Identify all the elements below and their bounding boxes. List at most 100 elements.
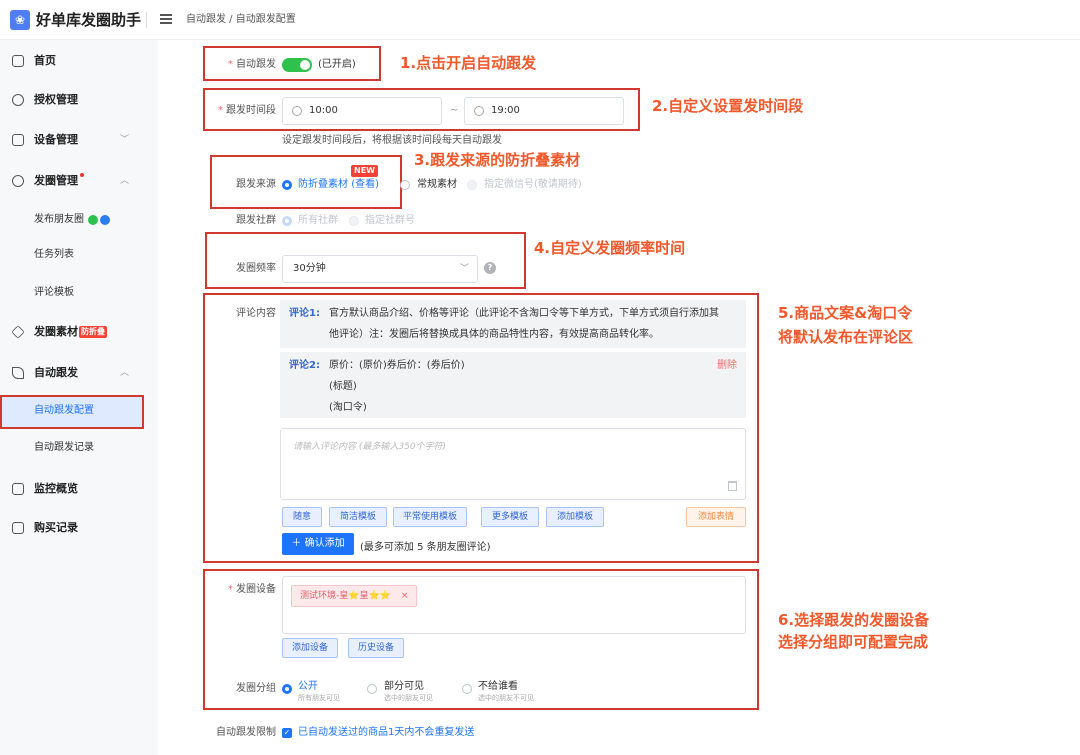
auto-follow-label-text: 自动跟发: [236, 59, 276, 70]
confirm-add-button[interactable]: ＋ 确认添加: [282, 533, 354, 555]
clock-icon: [474, 106, 484, 116]
sidebar-subitem-comment-template[interactable]: 评论模板: [0, 282, 158, 304]
group-radio-partial[interactable]: [367, 684, 377, 694]
auto-follow-switch[interactable]: [282, 58, 312, 72]
group-radio-public[interactable]: [282, 684, 292, 694]
source-radio-regular[interactable]: [400, 180, 410, 190]
time-separator: ~: [450, 105, 459, 116]
template-button-common[interactable]: 平常使用模板: [393, 507, 467, 527]
group-option-public[interactable]: 公开: [298, 680, 318, 694]
confirm-hint: (最多可添加 5 条朋友圈评论): [360, 542, 491, 553]
sidebar-subitem-auto-follow-config[interactable]: 自动跟发配置: [0, 400, 158, 422]
monitor-icon: [12, 483, 24, 495]
annotation-3: 3.跟发来源的防折叠素材: [414, 151, 581, 169]
layers-icon: [11, 325, 25, 339]
frequency-select[interactable]: 30分钟 ﹀: [282, 255, 478, 283]
comment-2-line-3: (淘口令): [329, 402, 367, 413]
receipt-icon: [12, 522, 24, 534]
end-time-value: 19:00: [491, 105, 520, 116]
logo-icon: ❀: [10, 10, 30, 30]
end-time-input[interactable]: 19:00: [464, 97, 624, 125]
chevron-down-icon: ﹀: [459, 264, 469, 274]
template-button-more[interactable]: 更多模板: [481, 507, 539, 527]
send-icon: [12, 367, 24, 379]
limit-checkbox[interactable]: ✓: [282, 728, 292, 738]
auto-follow-label: * 自动跟发: [227, 59, 276, 70]
device-select[interactable]: 测试环境-皇⭐皇⭐⭐ ×: [282, 576, 746, 634]
annotation-6-line-2: 选择分组即可配置完成: [778, 633, 929, 651]
sidebar-subitem-publish-moments[interactable]: 发布朋友圈: [0, 209, 158, 231]
group-option-exclude-note: 选中的朋友不可见: [478, 694, 534, 702]
trash-icon[interactable]: [728, 481, 737, 491]
comment-placeholder: 请输入评论内容 (最多输入350个字符): [293, 442, 447, 452]
sidebar-item-device[interactable]: 设备管理 ﹀: [0, 129, 158, 151]
group-option-exclude[interactable]: 不给谁看: [478, 680, 518, 694]
sidebar-item-label: 自动跟发: [34, 366, 78, 379]
user-icon: [12, 94, 24, 106]
start-time-value: 10:00: [309, 105, 338, 116]
time-range-hint: 设定跟发时间段后，将根据该时间段每天自动跟发: [282, 135, 502, 146]
sidebar-item-home[interactable]: 首页: [0, 50, 158, 72]
sidebar-item-auto-follow[interactable]: 自动跟发 ︿: [0, 362, 158, 384]
annotation-6-line-1: 6.选择跟发的发圈设备: [778, 611, 930, 629]
new-badge: NEW: [351, 165, 378, 177]
sidebar-item-label: 评论模板: [34, 287, 74, 298]
sidebar-item-faquan[interactable]: 发圈管理 ︿: [0, 170, 158, 192]
chevron-up-icon: ︿: [120, 368, 130, 378]
sidebar-item-label: 自动跟发配置: [34, 405, 94, 416]
source-option-regular[interactable]: 常规素材: [417, 178, 457, 192]
community-radio-all: [282, 216, 292, 226]
sidebar-item-monitor[interactable]: 监控概览: [0, 478, 158, 500]
device-label-text: 发圈设备: [236, 584, 276, 595]
template-button-random[interactable]: 随意: [282, 507, 322, 527]
device-tag-text: 测试环境-皇⭐皇⭐⭐: [300, 591, 391, 601]
help-icon[interactable]: ?: [484, 262, 496, 274]
community-option-specific: 指定社群号: [365, 215, 415, 226]
menu-toggle-icon[interactable]: [160, 14, 172, 24]
close-icon[interactable]: ×: [401, 591, 409, 601]
add-emoji-button[interactable]: 添加表情: [686, 507, 746, 527]
comment-1-line-2: 他评论）注：发圈后将替换成具体的商品特性内容，有效提高商品转化率。: [329, 329, 659, 340]
community-radio-specific: [349, 216, 359, 226]
source-option-anti-fold[interactable]: 防折叠素材 (查看): [298, 178, 379, 192]
comment-2-line-2: (标题): [329, 381, 357, 392]
group-option-public-note: 所有朋友可见: [298, 694, 340, 702]
template-button-simple[interactable]: 简洁模板: [329, 507, 387, 527]
sidebar-item-label: 自动跟发记录: [34, 442, 94, 453]
delete-comment-button[interactable]: 删除: [717, 359, 737, 373]
top-header: ❀ 好单库发圈助手 自动跟发 / 自动跟发配置: [0, 0, 1080, 40]
breadcrumb: 自动跟发 / 自动跟发配置: [186, 14, 296, 25]
template-button-add[interactable]: 添加模板: [546, 507, 604, 527]
start-time-input[interactable]: 10:00: [282, 97, 442, 125]
group-option-partial[interactable]: 部分可见: [384, 680, 424, 694]
comment-textarea[interactable]: 请输入评论内容 (最多输入350个字符): [280, 428, 746, 500]
clock-icon: [292, 106, 302, 116]
view-link[interactable]: (查看): [351, 179, 379, 190]
annotation-2: 2.自定义设置发时间段: [652, 97, 804, 115]
limit-text[interactable]: 已自动发送过的商品1天内不会重复发送: [298, 726, 474, 740]
source-radio-anti-fold[interactable]: [282, 180, 292, 190]
sidebar-item-auth[interactable]: 授权管理: [0, 89, 158, 111]
home-icon: [12, 55, 24, 67]
header-divider: [146, 12, 147, 28]
sidebar-item-label: 发布朋友圈: [34, 214, 84, 225]
sidebar-item-material[interactable]: 发圈素材 防折叠: [0, 321, 158, 343]
comment-1-title: 评论1:: [289, 308, 320, 319]
notification-dot: [80, 173, 84, 177]
sidebar-item-label: 发圈管理: [34, 174, 78, 187]
qq-icon: [100, 215, 110, 225]
chevron-up-icon: ︿: [120, 176, 130, 186]
wechat-icon: [88, 215, 98, 225]
history-device-button[interactable]: 历史设备: [348, 638, 404, 658]
comment-1-line-1: 官方默认商品介绍、价格等评论（此评论不含淘口令等下单方式，下单方式须自行添加其: [329, 308, 719, 319]
group-radio-exclude[interactable]: [462, 684, 472, 694]
sidebar-subitem-auto-follow-records[interactable]: 自动跟发记录: [0, 437, 158, 459]
sidebar-item-label: 发圈素材: [34, 325, 78, 338]
source-radio-wechat: [467, 180, 477, 190]
auto-follow-status: (已开启): [318, 59, 356, 70]
sidebar-item-label: 授权管理: [34, 93, 78, 106]
sidebar-subitem-task-list[interactable]: 任务列表: [0, 244, 158, 266]
add-device-button[interactable]: 添加设备: [282, 638, 338, 658]
comment-2-title: 评论2:: [289, 360, 320, 371]
sidebar-item-purchase[interactable]: 购买记录: [0, 517, 158, 539]
